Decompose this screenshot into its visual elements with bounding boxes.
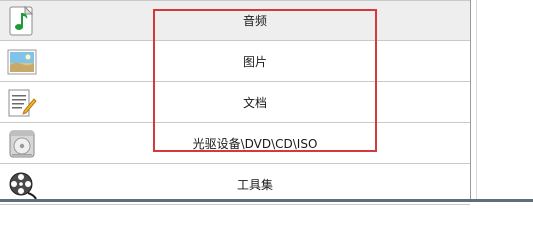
category-label-optical-drive: 光驱设备\DVD\CD\ISO xyxy=(192,137,318,151)
category-item-audio[interactable]: 音频 xyxy=(0,1,470,41)
category-item-documents[interactable]: 文档 xyxy=(0,83,470,123)
film-reel-icon xyxy=(6,169,38,201)
category-label-documents: 文档 xyxy=(242,96,267,110)
music-note-icon xyxy=(6,5,38,37)
optical-drive-icon xyxy=(6,128,38,160)
side-pane-border xyxy=(476,0,477,202)
bottom-edge xyxy=(0,199,533,202)
category-list: 音频 图片 文档 光驱设备\DVD\CD\ISO 工具集 xyxy=(0,0,470,205)
side-pane xyxy=(471,0,533,202)
category-item-optical-drive[interactable]: 光驱设备\DVD\CD\ISO xyxy=(0,124,470,164)
document-icon xyxy=(6,87,38,119)
category-label-pictures: 图片 xyxy=(242,55,267,69)
image-icon xyxy=(6,46,38,78)
category-label-audio: 音频 xyxy=(242,14,267,28)
category-item-pictures[interactable]: 图片 xyxy=(0,42,470,82)
